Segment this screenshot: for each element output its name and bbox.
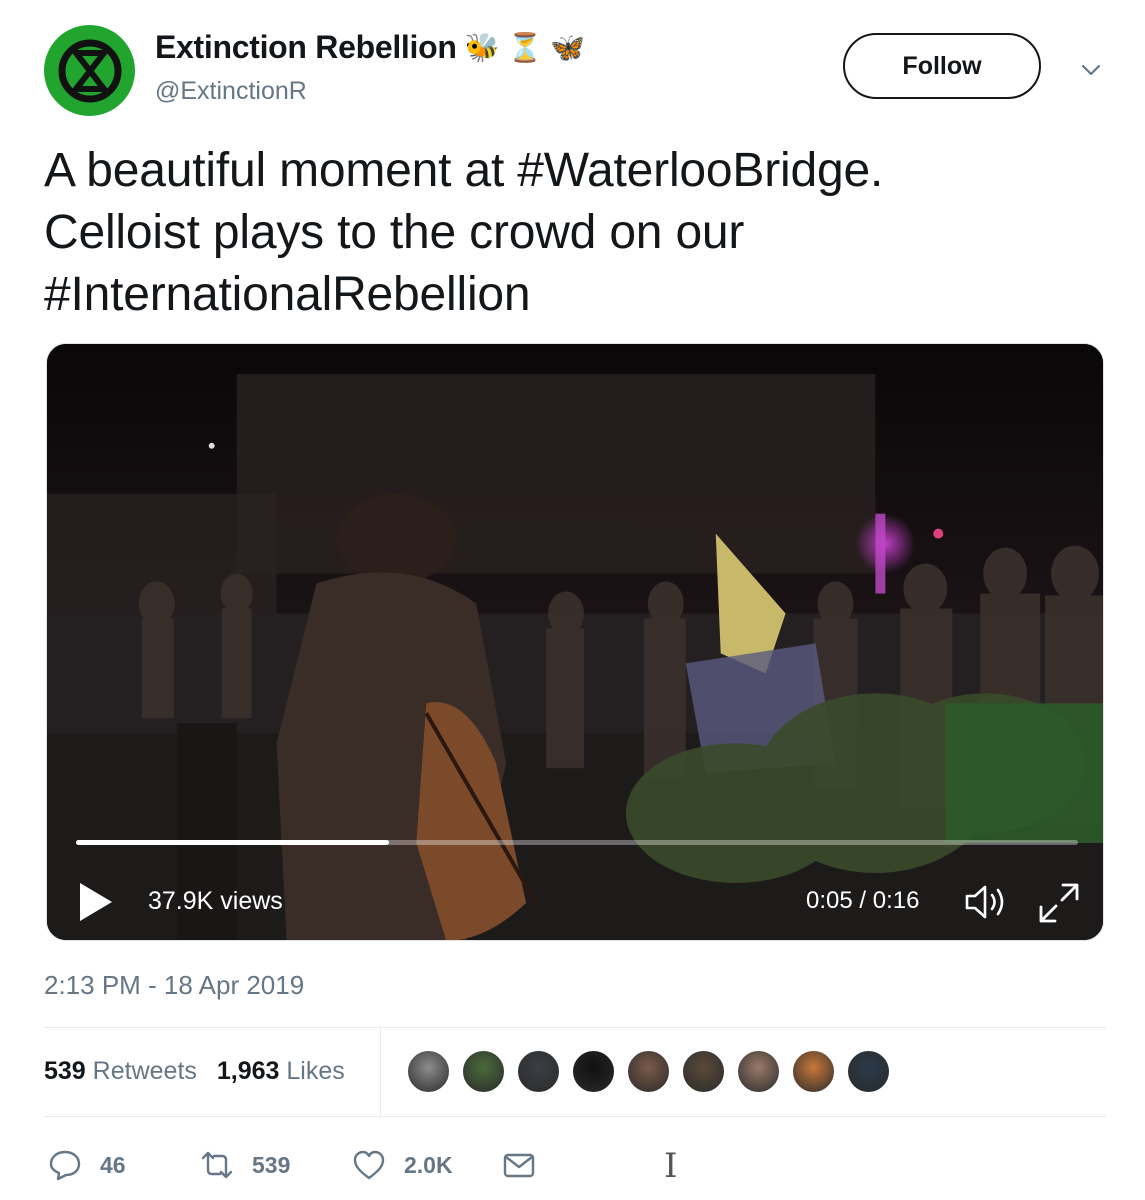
liker-avatar[interactable] xyxy=(791,1049,836,1094)
divider xyxy=(44,1116,1106,1117)
liker-avatar[interactable] xyxy=(571,1049,616,1094)
video-player[interactable]: 37.9K views 0:05 / 0:16 xyxy=(46,343,1104,941)
likes-label: Likes xyxy=(286,1057,345,1085)
hourglass-emoji: ⏳ xyxy=(507,31,543,63)
heart-icon xyxy=(353,1150,385,1180)
liker-avatar[interactable] xyxy=(626,1049,671,1094)
reply-icon xyxy=(49,1150,81,1181)
video-progress-fill xyxy=(76,840,390,845)
tweet-text: A beautiful moment at #WaterlooBridge. C… xyxy=(44,140,1104,326)
reply-button[interactable]: 46 xyxy=(48,1148,126,1182)
direct-message-button[interactable] xyxy=(502,1148,536,1182)
avatar[interactable] xyxy=(44,25,135,116)
play-icon[interactable] xyxy=(78,881,114,923)
retweet-count: 539 xyxy=(252,1151,291,1178)
user-handle[interactable]: @ExtinctionR xyxy=(155,77,307,106)
liker-avatar[interactable] xyxy=(406,1049,451,1094)
retweets-label: Retweets xyxy=(92,1057,197,1085)
tweet-stats: 539 Retweets 1,963 Likes xyxy=(44,1028,1106,1116)
like-button[interactable]: 2.0K xyxy=(352,1148,453,1182)
volume-icon[interactable] xyxy=(963,882,1011,922)
bee-emoji: 🐝 xyxy=(464,31,500,63)
fullscreen-icon[interactable] xyxy=(1037,881,1081,925)
liker-avatar[interactable] xyxy=(681,1049,726,1094)
likes-stat[interactable]: 1,963 Likes xyxy=(217,1057,345,1086)
video-progress-bar[interactable] xyxy=(76,840,1078,845)
name-row: Extinction Rebellion 🐝 ⏳ 🦋 xyxy=(155,29,585,66)
tweet-line: #InternationalRebellion xyxy=(44,268,531,321)
chevron-down-icon[interactable] xyxy=(1080,59,1102,81)
butterfly-emoji: 🦋 xyxy=(550,31,586,63)
liker-avatar[interactable] xyxy=(846,1049,891,1094)
view-count: 37.9K views xyxy=(148,887,283,915)
retweets-stat[interactable]: 539 Retweets xyxy=(44,1057,197,1086)
likes-count: 1,963 xyxy=(216,1057,280,1085)
liker-avatar[interactable] xyxy=(516,1049,561,1094)
liker-avatar[interactable] xyxy=(461,1049,506,1094)
tweet-line: Celloist plays to the crowd on our xyxy=(44,206,745,259)
retweets-count: 539 xyxy=(44,1057,86,1085)
liker-avatar[interactable] xyxy=(736,1049,781,1094)
retweet-button[interactable]: 539 xyxy=(200,1148,290,1182)
tweet-actions: 46 539 2.0K xyxy=(44,1148,744,1198)
tweet-line: A beautiful moment at #WaterlooBridge. xyxy=(44,144,884,197)
liker-avatars xyxy=(406,1049,891,1094)
video-time: 0:05 / 0:16 xyxy=(806,887,920,914)
stats-separator xyxy=(380,1028,381,1116)
tweet-timestamp[interactable]: 2:13 PM - 18 Apr 2019 xyxy=(44,970,304,1001)
text-cursor-icon: I xyxy=(664,1146,678,1186)
tweet-header: Extinction Rebellion 🐝 ⏳ 🦋 @ExtinctionR … xyxy=(44,25,1114,120)
video-frame xyxy=(47,344,1103,940)
display-name[interactable]: Extinction Rebellion xyxy=(155,29,457,66)
extinction-symbol-icon xyxy=(58,39,121,102)
like-count: 2.0K xyxy=(404,1151,453,1178)
follow-button[interactable]: Follow xyxy=(843,33,1041,99)
envelope-icon xyxy=(503,1153,535,1178)
retweet-icon xyxy=(201,1151,233,1179)
stats-counts: 539 Retweets 1,963 Likes xyxy=(44,1057,345,1086)
reply-count: 46 xyxy=(100,1151,126,1178)
